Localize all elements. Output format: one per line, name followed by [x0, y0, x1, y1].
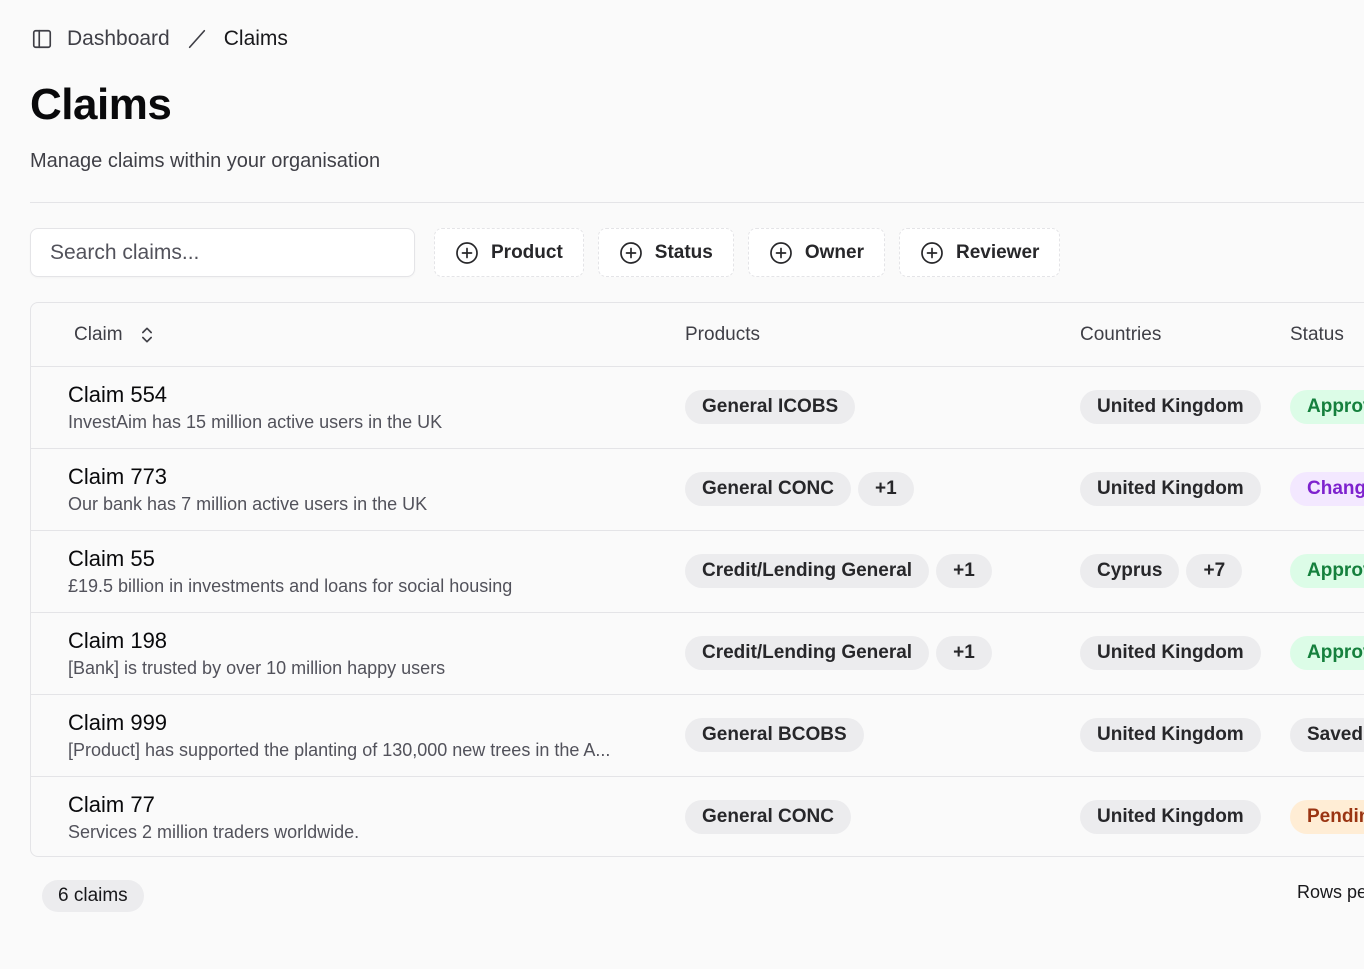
status-badge: Pendin	[1290, 800, 1364, 834]
status-cell: Saved	[1290, 718, 1364, 752]
countries-cell: United Kingdom	[1080, 636, 1268, 670]
filter-label: Product	[491, 241, 563, 263]
chevrons-up-down-icon	[137, 325, 157, 345]
products-cell: Credit/Lending General +1	[685, 554, 999, 588]
filter-label: Status	[654, 241, 713, 263]
breadcrumb-current: Claims	[223, 27, 288, 50]
product-badge: General CONC	[685, 472, 851, 506]
claim-name[interactable]: Claim 554	[68, 381, 442, 409]
table-row[interactable]: Claim 773 Our bank has 7 million active u…	[31, 449, 1364, 531]
plus-circle-icon	[769, 241, 793, 265]
table-row[interactable]: Claim 77 Services 2 million traders world…	[31, 777, 1364, 856]
country-badge: United Kingdom	[1080, 800, 1261, 834]
search-input[interactable]	[30, 228, 415, 277]
country-badge: United Kingdom	[1080, 718, 1261, 752]
page-title: Claims	[30, 80, 172, 129]
table-row[interactable]: Claim 999 [Product] has supported the pla…	[31, 695, 1364, 777]
filter-label: Reviewer	[955, 241, 1040, 263]
plus-circle-icon	[920, 241, 944, 265]
claim-name[interactable]: Claim 55	[68, 545, 512, 573]
toolbar: Product Status Owner Reviewer	[30, 228, 1061, 277]
products-cell: General BCOBS	[685, 718, 871, 752]
filter-product-button[interactable]: Product	[434, 228, 584, 277]
products-cell: General CONC	[685, 800, 858, 834]
table-header: Claim Products Countries Status	[31, 303, 1364, 367]
claim-cell: Claim 999 [Product] has supported the pla…	[68, 709, 610, 763]
country-badge: United Kingdom	[1080, 472, 1261, 506]
countries-cell: United Kingdom	[1080, 390, 1268, 424]
status-badge: Saved	[1290, 718, 1364, 752]
rows-per-page-label: Rows pe	[1297, 882, 1364, 902]
filter-label: Owner	[804, 241, 864, 263]
claim-description: [Bank] is trusted by over 10 million hap…	[68, 658, 446, 678]
claims-count-badge: 6 claims	[42, 880, 144, 912]
breadcrumb: Dashboard Claims	[30, 24, 288, 54]
claim-cell: Claim 55 £19.5 billion in investments and…	[68, 545, 512, 599]
column-label: Claim	[74, 324, 123, 345]
status-cell: Approv	[1290, 636, 1364, 670]
claim-description: InvestAim has 15 million active users in…	[68, 412, 443, 432]
claim-description: £19.5 billion in investments and loans f…	[68, 576, 513, 596]
status-badge: Approv	[1290, 636, 1364, 670]
countries-cell: Cyprus +7	[1080, 554, 1249, 588]
status-badge: Approv	[1290, 554, 1364, 588]
column-header-status: Status	[1290, 324, 1344, 345]
country-more-badge[interactable]: +7	[1186, 554, 1243, 588]
slash-separator-icon	[186, 28, 208, 50]
products-cell: General ICOBS	[685, 390, 862, 424]
country-badge: Cyprus	[1080, 554, 1180, 588]
product-badge: General CONC	[685, 800, 851, 834]
claims-page: Dashboard Claims Claims Manage claims wi…	[0, 0, 1364, 969]
header-divider	[30, 202, 1364, 203]
claim-cell: Claim 773 Our bank has 7 million active u…	[68, 463, 427, 517]
claim-name[interactable]: Claim 999	[68, 709, 610, 737]
status-cell: Chang	[1290, 472, 1364, 506]
claim-cell: Claim 77 Services 2 million traders world…	[68, 791, 359, 845]
products-cell: Credit/Lending General +1	[685, 636, 999, 670]
plus-circle-icon	[619, 241, 643, 265]
claim-description: Our bank has 7 million active users in t…	[68, 494, 428, 514]
claim-cell: Claim 554 InvestAim has 15 million active…	[68, 381, 442, 435]
column-header-countries: Countries	[1080, 324, 1162, 345]
claim-name[interactable]: Claim 198	[68, 627, 445, 655]
countries-cell: United Kingdom	[1080, 800, 1268, 834]
product-more-badge[interactable]: +1	[936, 554, 992, 588]
table-row[interactable]: Claim 198 [Bank] is trusted by over 10 mi…	[31, 613, 1364, 695]
claim-cell: Claim 198 [Bank] is trusted by over 10 mi…	[68, 627, 445, 681]
status-cell: Approv	[1290, 554, 1364, 588]
filter-reviewer-button[interactable]: Reviewer	[898, 228, 1061, 277]
product-badge: General BCOBS	[685, 718, 864, 752]
status-badge: Approv	[1290, 390, 1364, 424]
country-badge: United Kingdom	[1080, 636, 1261, 670]
sidebar-toggle-icon[interactable]	[30, 27, 54, 51]
country-badge: United Kingdom	[1080, 390, 1261, 424]
product-badge: Credit/Lending General	[685, 636, 930, 670]
countries-cell: United Kingdom	[1080, 472, 1268, 506]
status-cell: Approv	[1290, 390, 1364, 424]
claim-name[interactable]: Claim 77	[68, 791, 359, 819]
claims-table: Claim Products Countries Status Claim 55…	[30, 302, 1364, 857]
table-row[interactable]: Claim 55 £19.5 billion in investments and…	[31, 531, 1364, 613]
column-header-claim[interactable]: Claim	[74, 303, 157, 367]
table-row[interactable]: Claim 554 InvestAim has 15 million active…	[31, 367, 1364, 449]
breadcrumb-dashboard[interactable]: Dashboard	[67, 27, 170, 51]
plus-circle-icon	[455, 241, 479, 265]
countries-cell: United Kingdom	[1080, 718, 1268, 752]
table-body: Claim 554 InvestAim has 15 million active…	[31, 367, 1364, 856]
status-cell: Pendin	[1290, 800, 1364, 834]
products-cell: General CONC +1	[685, 472, 921, 506]
claim-description: Services 2 million traders worldwide.	[68, 822, 360, 842]
page-subtitle: Manage claims within your organisation	[30, 150, 381, 172]
column-header-products: Products	[685, 324, 760, 345]
product-more-badge[interactable]: +1	[936, 636, 992, 670]
product-badge: General ICOBS	[685, 390, 856, 424]
filter-owner-button[interactable]: Owner	[747, 228, 885, 277]
product-badge: Credit/Lending General	[685, 554, 930, 588]
product-more-badge[interactable]: +1	[857, 472, 914, 506]
status-badge: Chang	[1290, 472, 1364, 506]
claim-name[interactable]: Claim 773	[68, 463, 427, 491]
claim-description: [Product] has supported the planting of …	[68, 740, 611, 760]
filter-status-button[interactable]: Status	[597, 228, 734, 277]
